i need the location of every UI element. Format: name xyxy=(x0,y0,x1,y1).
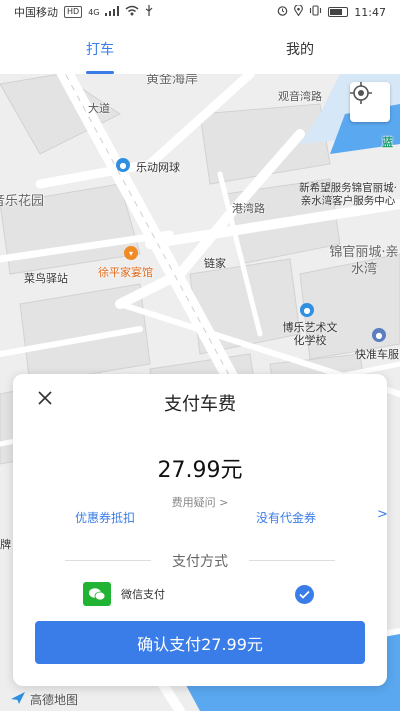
wechat-icon xyxy=(83,582,111,606)
check-icon[interactable] xyxy=(295,585,314,604)
map-label-lan: 蓝 xyxy=(382,136,393,149)
map-provider-logo: 高德地图 xyxy=(10,691,78,708)
sheet-title: 支付车费 xyxy=(164,394,236,415)
clock-time: 11:47 xyxy=(354,5,386,19)
payment-sheet: 支付车费 27.99元 费用疑问 > 优惠券抵扣 没有代金券 > 支付方式 微信… xyxy=(13,374,388,686)
vibrate-icon xyxy=(309,5,322,19)
map-label-school: 博乐艺术文化学校 xyxy=(282,321,338,347)
fee-query-link[interactable]: 费用疑问 > xyxy=(13,494,387,510)
map-label-jinguan: 锦官丽城·亲水湾 xyxy=(329,245,399,277)
map-label-huangjin: 黄金海岸 xyxy=(146,74,199,87)
car-service-pin-icon[interactable]: ● xyxy=(372,328,386,342)
map-label-service-center: 新希望服务锦官丽城·亲水湾客户服务中心 xyxy=(299,182,397,207)
map-label-pai: 牌 xyxy=(0,538,11,551)
signal-icon xyxy=(105,5,120,19)
school-pin-icon[interactable]: ● xyxy=(300,303,314,317)
battery-icon xyxy=(328,7,349,17)
map-label-cainiao: 菜鸟驿站 xyxy=(24,272,68,285)
locate-button[interactable] xyxy=(350,82,390,122)
coupon-label: 优惠券抵扣 xyxy=(75,511,136,525)
alarm-icon xyxy=(277,5,288,19)
map-label-guanhai: 观音湾路 xyxy=(278,90,322,103)
map-label-garden: 音乐花园 xyxy=(0,194,45,209)
restaurant-pin-icon[interactable]: ▾ xyxy=(124,246,138,260)
location-icon xyxy=(294,4,304,19)
map-label-kuaizhun: 快准车服 xyxy=(355,348,399,361)
network-type: 4G xyxy=(88,7,100,17)
confirm-pay-button[interactable]: 确认支付27.99元 xyxy=(35,621,365,664)
status-left: 中国移动 HD 4G xyxy=(14,4,153,20)
map-label-restaurant: 徐平家宴馆 xyxy=(98,266,153,279)
wechat-pay-option[interactable]: 微信支付 xyxy=(83,582,317,606)
status-right: 11:47 xyxy=(277,4,386,19)
fare-amount: 27.99元 xyxy=(157,458,243,483)
status-bar: 中国移动 HD 4G 11:47 xyxy=(0,0,400,24)
wechat-pay-label: 微信支付 xyxy=(121,588,165,601)
tab-mine[interactable]: 我的 xyxy=(200,24,400,74)
top-tabs: 打车 我的 xyxy=(0,24,400,74)
hd-badge: HD xyxy=(64,6,83,18)
tab-ride[interactable]: 打车 xyxy=(0,24,200,74)
payment-method-title: 支付方式 xyxy=(172,554,228,570)
voucher-arrow-icon[interactable]: > xyxy=(377,507,388,522)
amap-logo-icon xyxy=(10,691,26,708)
usb-icon xyxy=(145,5,153,19)
map-label-gangwan: 港湾路 xyxy=(232,202,265,215)
wifi-icon xyxy=(125,5,139,19)
method-divider-right xyxy=(249,560,335,561)
map-label-tennis: 乐动网球 xyxy=(136,161,180,174)
carrier-name: 中国移动 xyxy=(14,6,58,19)
voucher-label[interactable]: 没有代金券 xyxy=(256,509,316,526)
map-label-avenue: 大道 xyxy=(88,102,110,115)
map-label-lianjia: 链家 xyxy=(204,257,226,270)
tennis-pin-icon[interactable]: ● xyxy=(116,158,130,172)
map-provider-name: 高德地图 xyxy=(30,693,79,707)
